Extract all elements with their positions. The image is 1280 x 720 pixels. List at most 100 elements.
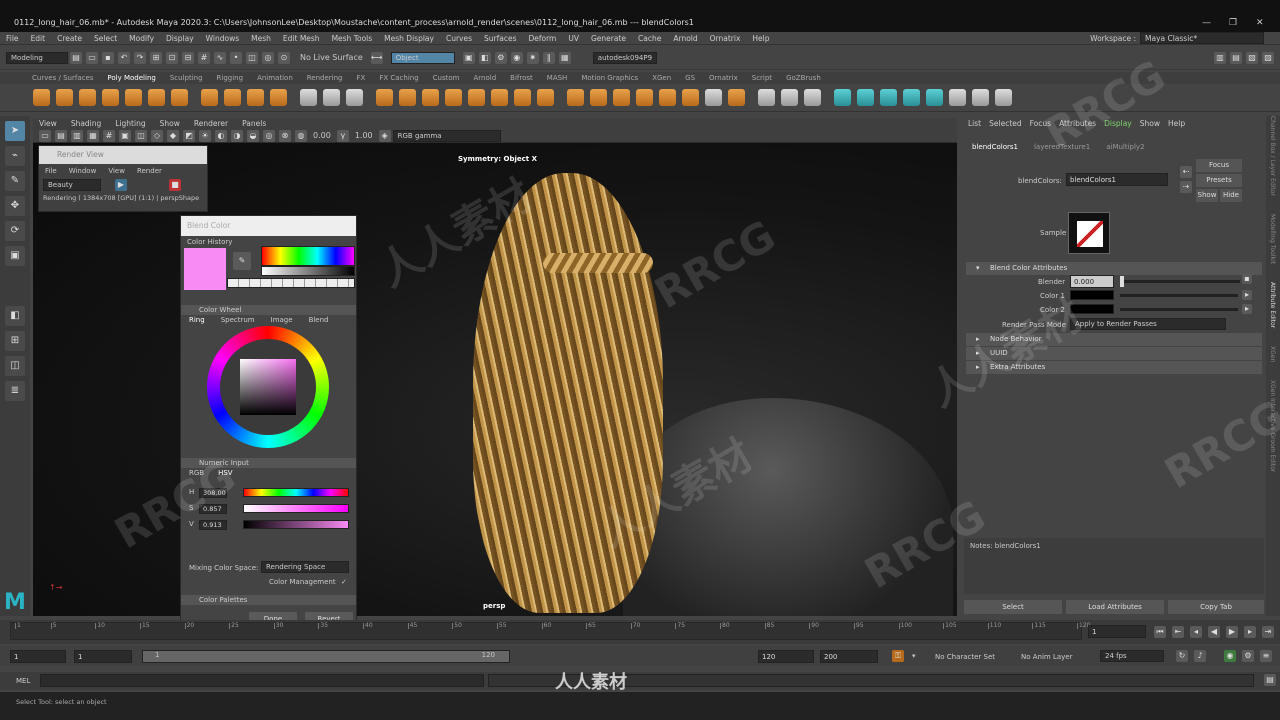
- aov-dropdown[interactable]: Beauty: [43, 179, 101, 191]
- hue-field[interactable]: 308.00: [199, 488, 227, 498]
- command-input[interactable]: [40, 674, 484, 687]
- shelf-tab-rendering[interactable]: Rendering: [307, 74, 343, 82]
- scene-start-field[interactable]: 1: [10, 650, 66, 663]
- color-management-checkbox[interactable]: ✓: [341, 578, 347, 586]
- menu-edit[interactable]: Edit: [31, 34, 46, 43]
- symmetry-icon[interactable]: ⟷: [370, 51, 383, 64]
- color-management-icon[interactable]: ◈: [378, 129, 391, 142]
- rv-menu-render[interactable]: Render: [137, 167, 162, 175]
- playback-start-field[interactable]: 1: [74, 650, 132, 663]
- color-picker-window[interactable]: Blend Color Color History ✎ Color Wheel …: [180, 215, 357, 628]
- select-hierarchy-icon[interactable]: ⊞: [150, 51, 162, 64]
- auto-key-icon[interactable]: ⚿: [892, 650, 904, 662]
- menu-surfaces[interactable]: Surfaces: [484, 34, 516, 43]
- close-render-icon[interactable]: ▦: [558, 51, 571, 64]
- color1-slider[interactable]: [1120, 294, 1238, 297]
- collapse-icon[interactable]: [636, 89, 653, 106]
- exposure-icon[interactable]: ◍: [295, 129, 307, 142]
- select-component-icon[interactable]: ⊟: [182, 51, 194, 64]
- spherical-uv-icon[interactable]: [880, 89, 897, 106]
- platonic-solid-icon[interactable]: [201, 89, 218, 106]
- shelf-tab-rigging[interactable]: Rigging: [217, 74, 244, 82]
- extrude-icon[interactable]: [514, 89, 531, 106]
- xgen-tab[interactable]: XGen: [1269, 346, 1276, 362]
- shelf-tab-custom[interactable]: Custom: [433, 74, 460, 82]
- color2-map-icon[interactable]: ▸: [1242, 304, 1252, 314]
- smooth-shade-icon[interactable]: ◆: [167, 129, 179, 142]
- vp-menu-lighting[interactable]: Lighting: [115, 119, 145, 128]
- step-forward-frame-icon[interactable]: ▸: [1244, 626, 1256, 638]
- separate-icon[interactable]: [399, 89, 416, 106]
- snap-curve-icon[interactable]: ∿: [214, 51, 226, 64]
- notes-field[interactable]: Notes: blendColors1: [964, 538, 1264, 594]
- grid-icon[interactable]: #: [103, 129, 115, 142]
- poly-torus-icon[interactable]: [125, 89, 142, 106]
- color1-map-icon[interactable]: ▸: [1242, 290, 1252, 300]
- snap-surface-icon[interactable]: ◫: [246, 51, 258, 64]
- poly-plane-icon[interactable]: [148, 89, 165, 106]
- mel-label[interactable]: MEL: [16, 677, 30, 685]
- tab-spectrum[interactable]: Spectrum: [221, 316, 255, 324]
- shelf-tab-animation[interactable]: Animation: [257, 74, 293, 82]
- cache-icon[interactable]: ◉: [1224, 650, 1236, 662]
- triangulate-icon[interactable]: [705, 89, 722, 106]
- view-transform-dropdown[interactable]: RGB gamma: [392, 129, 501, 142]
- render-stop-icon[interactable]: ■: [169, 179, 181, 191]
- blend-color-attributes-section[interactable]: Blend Color Attributes: [966, 262, 1262, 275]
- scale-tool-icon[interactable]: ▣: [5, 246, 25, 266]
- play-backward-icon[interactable]: ◀: [1208, 626, 1220, 638]
- render-settings-icon[interactable]: ⚙: [494, 51, 507, 64]
- go-to-input-icon[interactable]: ⇠: [1180, 166, 1192, 178]
- single-perspective-icon[interactable]: ◧: [5, 306, 25, 326]
- snap-grid-icon[interactable]: #: [198, 51, 210, 64]
- shelf-tab-curves-surfaces[interactable]: Curves / Surfaces: [32, 74, 93, 82]
- loop-icon[interactable]: ↻: [1176, 650, 1188, 662]
- smooth-icon[interactable]: [422, 89, 439, 106]
- redo-icon[interactable]: ↷: [134, 51, 146, 64]
- ae-tab-blendcolors1[interactable]: blendColors1: [972, 143, 1018, 151]
- boolean-icon[interactable]: [445, 89, 462, 106]
- copy-tab-button[interactable]: Copy Tab: [1168, 600, 1264, 614]
- automatic-uv-icon[interactable]: [903, 89, 920, 106]
- vp-menu-shading[interactable]: Shading: [71, 119, 101, 128]
- color-wheel-section[interactable]: Color Wheel: [181, 305, 356, 315]
- arnold-render-icon[interactable]: ✷: [526, 51, 539, 64]
- hide-button[interactable]: Hide: [1220, 189, 1242, 202]
- color-history-row-2[interactable]: [261, 266, 355, 276]
- menu-select[interactable]: Select: [94, 34, 117, 43]
- fill-hole-icon[interactable]: [567, 89, 584, 106]
- paint-icon[interactable]: [323, 89, 340, 106]
- load-attributes-button[interactable]: Load Attributes: [1066, 600, 1164, 614]
- film-gate-icon[interactable]: ▣: [119, 129, 131, 142]
- sound-icon[interactable]: ♪: [1194, 650, 1206, 662]
- render-icon[interactable]: ▣: [462, 51, 475, 64]
- fps-dropdown[interactable]: 24 fps: [1100, 650, 1164, 662]
- isolate-select-icon[interactable]: ◎: [263, 129, 275, 142]
- value-slider[interactable]: [243, 520, 349, 529]
- menu-modify[interactable]: Modify: [129, 34, 154, 43]
- super-shape-icon[interactable]: [224, 89, 241, 106]
- ipr-render-icon[interactable]: ◧: [478, 51, 491, 64]
- tab-image[interactable]: Image: [271, 316, 293, 324]
- sculpt-icon[interactable]: [300, 89, 317, 106]
- select-object-icon[interactable]: ⊡: [166, 51, 178, 64]
- poly-cone-icon[interactable]: [102, 89, 119, 106]
- menu-uv[interactable]: UV: [568, 34, 579, 43]
- show-button[interactable]: Show: [1196, 189, 1218, 202]
- gamma-icon[interactable]: γ: [336, 129, 349, 142]
- menu-help[interactable]: Help: [752, 34, 769, 43]
- uv-layout-icon[interactable]: [949, 89, 966, 106]
- color2-slider[interactable]: [1120, 308, 1238, 311]
- eyedropper-icon[interactable]: ✎: [233, 252, 251, 270]
- ae-menu-focus[interactable]: Focus: [1030, 119, 1051, 128]
- ae-menu-list[interactable]: List: [968, 119, 981, 128]
- soft-select-icon[interactable]: [346, 89, 363, 106]
- mixing-color-space-dropdown[interactable]: Rendering Space: [261, 561, 349, 573]
- lasso-tool-icon[interactable]: ⌁: [5, 146, 25, 166]
- open-scene-icon[interactable]: ▭: [86, 51, 98, 64]
- select-camera-icon[interactable]: ▭: [39, 129, 51, 142]
- color-history-row-3[interactable]: [227, 278, 355, 288]
- color2-swatch[interactable]: [1070, 304, 1114, 314]
- attribute-editor-toggle-icon[interactable]: ▥: [1214, 51, 1226, 64]
- presets-button[interactable]: Presets: [1196, 174, 1242, 187]
